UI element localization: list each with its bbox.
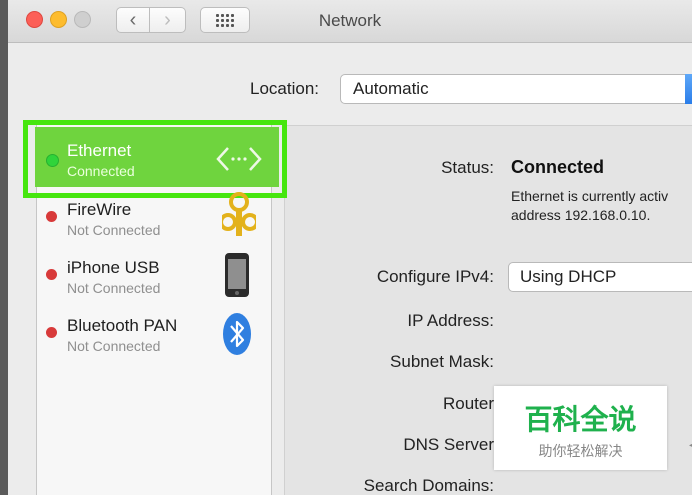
status-dot-green xyxy=(46,154,59,167)
iphone-icon xyxy=(225,253,249,297)
status-desc-line-1: Ethernet is currently activ xyxy=(511,188,669,204)
desktop-edge xyxy=(0,0,8,495)
service-name: Bluetooth PAN xyxy=(67,316,178,335)
status-description: Ethernet is currently activ address 192.… xyxy=(511,187,668,225)
watermark-logo: 百科全说 助你轻松解决 xyxy=(494,386,667,470)
ip-address-label: IP Address: xyxy=(407,311,494,330)
status-dot-red xyxy=(46,211,57,222)
title-bar: ‹ › Network xyxy=(8,0,692,43)
service-name: Ethernet xyxy=(67,141,132,160)
location-label: Location: xyxy=(250,79,319,98)
subnet-mask-label: Subnet Mask: xyxy=(390,352,494,371)
search-domains-label: Search Domains: xyxy=(363,476,494,495)
service-item-ethernet[interactable]: Ethernet Connected xyxy=(36,130,270,188)
configure-ipv4-select[interactable]: Using DHCP xyxy=(508,262,692,292)
ethernet-icon xyxy=(216,147,262,171)
service-item-iphone-usb[interactable]: iPhone USB Not Connected xyxy=(36,246,270,304)
bluetooth-icon xyxy=(223,313,251,355)
service-status: Not Connected xyxy=(67,280,161,296)
status-dot-red xyxy=(46,327,57,338)
service-name: FireWire xyxy=(67,200,132,219)
service-item-bluetooth-pan[interactable]: Bluetooth PAN Not Connected xyxy=(36,304,270,362)
location-select[interactable]: Automatic ⇕ xyxy=(340,74,692,104)
router-label: Router xyxy=(442,394,494,413)
location-value: Automatic xyxy=(353,79,429,98)
service-name: iPhone USB xyxy=(67,258,160,277)
firewire-icon xyxy=(222,192,256,236)
configure-ipv4-value: Using DHCP xyxy=(520,267,617,286)
service-status: Not Connected xyxy=(67,222,161,238)
service-status: Not Connected xyxy=(67,338,161,354)
configure-ipv4-label: Configure IPv4: xyxy=(376,267,494,286)
window-title: Network xyxy=(318,11,382,30)
status-label: Status: xyxy=(441,158,494,177)
service-item-firewire[interactable]: FireWire Not Connected xyxy=(36,188,270,246)
watermark-subtitle: 助你轻松解决 xyxy=(538,444,623,460)
select-arrows-icon: ⇕ xyxy=(685,74,692,104)
dns-server-label: DNS Server xyxy=(403,435,494,454)
status-desc-line-2: address 192.168.0.10. xyxy=(511,207,651,223)
service-status: Connected xyxy=(67,163,135,179)
status-dot-red xyxy=(46,269,57,280)
status-value: Connected xyxy=(511,157,605,177)
watermark-title: 百科全说 xyxy=(524,403,637,436)
